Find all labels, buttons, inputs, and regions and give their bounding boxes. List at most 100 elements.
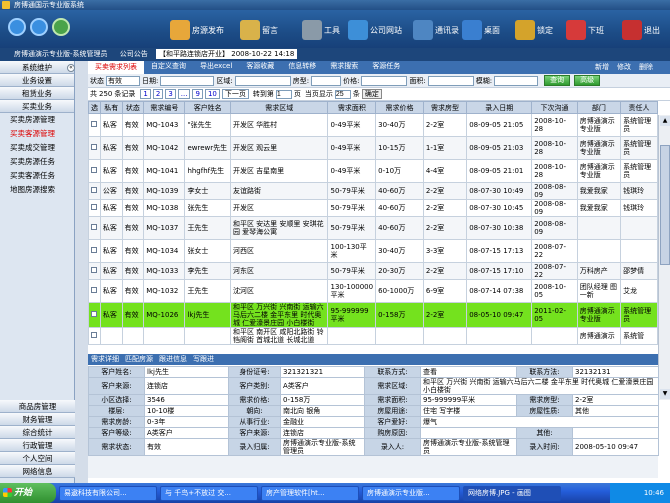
start-button[interactable]: 开始 xyxy=(0,483,56,503)
table-row[interactable]: 私客 有效 MQ-1038 张先生 开发区 50-79平米 40-60万 2-2室 08-07-… xyxy=(88,199,658,217)
add-button[interactable]: 新增 xyxy=(591,63,613,71)
sidebar-bottom-group-3[interactable]: 综合统计 xyxy=(0,426,75,439)
column-header[interactable]: 需求价格 xyxy=(375,101,424,114)
tab-2[interactable]: 自定义查询 xyxy=(144,61,193,74)
column-header[interactable]: 私有 xyxy=(99,101,123,114)
column-header[interactable]: 客户姓名 xyxy=(184,101,231,114)
toolbar-button-1[interactable]: 房源发布 xyxy=(170,18,224,42)
toolbar-button-6[interactable]: 桌面 xyxy=(462,18,500,42)
page-link[interactable]: 9 xyxy=(192,89,203,99)
column-header[interactable]: 需求区域 xyxy=(229,101,329,114)
table-row[interactable]: 私客 有效 MQ-1043 "张先生 开发区 华胜村 0-49平米 30-40万 2-2室 08… xyxy=(88,113,658,137)
scroll-up-icon[interactable]: ▲ xyxy=(660,116,670,126)
sidebar-item-5[interactable]: 买卖客源任务 xyxy=(0,169,74,183)
per-page-input[interactable] xyxy=(334,89,351,99)
detail-tab-1[interactable]: 需求详细 xyxy=(88,355,122,363)
column-header[interactable]: 需求编号 xyxy=(143,101,186,114)
forward-icon[interactable] xyxy=(30,18,48,36)
tab-7[interactable]: 客源任务 xyxy=(365,61,407,74)
edit-button[interactable]: 修改 xyxy=(613,63,635,71)
date-input[interactable] xyxy=(160,75,215,86)
toolbar-button-4[interactable]: 公司网站 xyxy=(348,18,402,42)
table-row[interactable]: 和平区 南开区 咸阳北路街 铃铛阁街 首城北道 长城北道 房博通演示 系统管 xyxy=(88,327,658,345)
sidebar-item-6[interactable]: 地图房源搜索 xyxy=(0,183,74,197)
refresh-icon[interactable] xyxy=(52,18,70,36)
advanced-search-button[interactable]: 高级 xyxy=(574,75,601,86)
search-button[interactable]: 查询 xyxy=(544,75,571,86)
row-checkbox[interactable] xyxy=(91,332,98,338)
sidebar-bottom-group-5[interactable]: 个人空间 xyxy=(0,452,75,465)
toolbar-button-2[interactable]: 留言 xyxy=(240,18,278,42)
toolbar-button-9[interactable]: 退出 xyxy=(622,18,660,42)
toolbar-button-8[interactable]: 下班 xyxy=(566,18,604,42)
table-row[interactable]: 私客 有效 MQ-1041 hhgfhf先生 开发区 吉星南里 0-49平米 0-10万 4-… xyxy=(88,159,658,183)
tab-1[interactable]: 买卖需求列表 xyxy=(88,61,144,74)
column-header[interactable]: 需求房型 xyxy=(422,101,468,114)
row-checkbox[interactable] xyxy=(91,144,98,150)
table-row[interactable]: 公客 有效 MQ-1039 李女士 友谊路街 50-79平米 40-60万 2-2室 08-07… xyxy=(88,182,658,200)
tab-3[interactable]: 导出excel xyxy=(193,61,239,74)
table-row[interactable]: 私客 有效 MQ-1042 ewrewr先生 开发区 观云里 0-49平米 10-15万 1-… xyxy=(88,136,658,160)
sidebar-bottom-group-1[interactable]: 商品房管理 xyxy=(0,400,75,413)
table-row[interactable]: 私客 有效 MQ-1037 王先生 和平区 安达里 安顺里 安琪花园 爱琴海公寓 50-7… xyxy=(88,216,658,240)
row-checkbox[interactable] xyxy=(91,287,98,293)
detail-tab-2[interactable]: 匹配房源 xyxy=(122,355,156,363)
page-link[interactable]: 2 xyxy=(152,89,164,99)
tab-4[interactable]: 客源收藏 xyxy=(239,61,281,74)
row-checkbox[interactable] xyxy=(91,224,98,230)
row-checkbox[interactable] xyxy=(91,167,98,173)
room-input[interactable] xyxy=(311,75,342,86)
sidebar-bottom-group-2[interactable]: 财务管理 xyxy=(0,413,75,426)
status-select[interactable] xyxy=(106,75,140,86)
column-header[interactable]: 部门 xyxy=(576,101,622,114)
table-row[interactable]: 私客 有效 MQ-1026 lkj先生 和平区 万兴街 兴南街 运输六马后六二楼 金平东… xyxy=(88,302,658,328)
column-header[interactable]: 状态 xyxy=(121,101,145,114)
row-checkbox[interactable] xyxy=(91,247,98,253)
table-row[interactable]: 私客 有效 MQ-1033 李先生 河东区 50-79平米 20-30万 2-2室 08-07-… xyxy=(88,262,658,280)
sidebar-item-1[interactable]: 买卖房源管理 xyxy=(0,113,74,127)
sidebar-item-2[interactable]: 买卖客源管理 xyxy=(0,127,74,141)
toolbar-button-7[interactable]: 锁定 xyxy=(515,18,553,42)
tab-6[interactable]: 需求搜索 xyxy=(323,61,365,74)
confirm-button[interactable]: 确定 xyxy=(361,89,382,99)
taskbar-item[interactable]: 易遨科技有限公司... xyxy=(59,485,157,501)
notice-marquee[interactable]: 【和平路连锁店开业】 2008-10-22 14:18 xyxy=(156,49,298,59)
taskbar-item[interactable]: 网络房博.JPG - 画图 xyxy=(463,485,561,501)
column-header[interactable]: 下次沟通 xyxy=(531,101,578,114)
sidebar-group-2[interactable]: 业务设置 xyxy=(0,74,74,87)
detail-tab-3[interactable]: 跟进信息 xyxy=(156,355,190,363)
table-scrollbar[interactable]: ▲ ▼ xyxy=(658,115,670,400)
sidebar-item-3[interactable]: 买卖成交管理 xyxy=(0,141,74,155)
sidebar-bottom-group-4[interactable]: 行政管理 xyxy=(0,439,75,452)
row-checkbox[interactable] xyxy=(91,311,98,317)
table-row[interactable]: 私客 有效 MQ-1034 张女士 河西区 100-130平米 30-40万 3-3室 08-0… xyxy=(88,239,658,263)
fuzzy-input[interactable] xyxy=(494,75,539,86)
scroll-down-icon[interactable]: ▼ xyxy=(660,389,670,399)
scroll-thumb[interactable] xyxy=(660,145,670,265)
area-input[interactable] xyxy=(234,75,291,86)
column-header[interactable]: 责任人 xyxy=(620,101,658,114)
page-link[interactable]: 10 xyxy=(204,89,220,99)
sidebar-item-4[interactable]: 买卖房源任务 xyxy=(0,155,74,169)
column-header[interactable]: 录入日期 xyxy=(466,101,533,114)
next-page-button[interactable]: 下一页 xyxy=(221,89,249,99)
sidebar-bottom-group-6[interactable]: 网络信息 xyxy=(0,465,75,478)
taskbar-item[interactable]: 房产管理软件[ht... xyxy=(261,485,359,501)
tab-5[interactable]: 信息转移 xyxy=(281,61,323,74)
taskbar-item[interactable]: 房博通演示专业版... xyxy=(362,485,460,501)
back-icon[interactable] xyxy=(8,18,26,36)
column-header[interactable]: 选 xyxy=(88,101,101,114)
row-checkbox[interactable] xyxy=(91,187,98,193)
collapse-sidebar-icon[interactable]: « xyxy=(67,64,75,72)
taskbar-item[interactable]: 与 千鸟+不放过 交... xyxy=(160,485,258,501)
size-input[interactable] xyxy=(427,75,474,86)
sidebar-group-4[interactable]: 买卖业务 xyxy=(0,100,74,113)
price-input[interactable] xyxy=(361,75,408,86)
page-link[interactable]: 3 xyxy=(165,89,176,99)
page-link[interactable]: 1 xyxy=(140,89,151,99)
delete-button[interactable]: 删除 xyxy=(635,63,657,71)
row-checkbox[interactable] xyxy=(91,267,98,273)
row-checkbox[interactable] xyxy=(91,204,98,210)
goto-page-input[interactable] xyxy=(275,89,292,99)
sidebar-group-3[interactable]: 租赁业务 xyxy=(0,87,74,100)
